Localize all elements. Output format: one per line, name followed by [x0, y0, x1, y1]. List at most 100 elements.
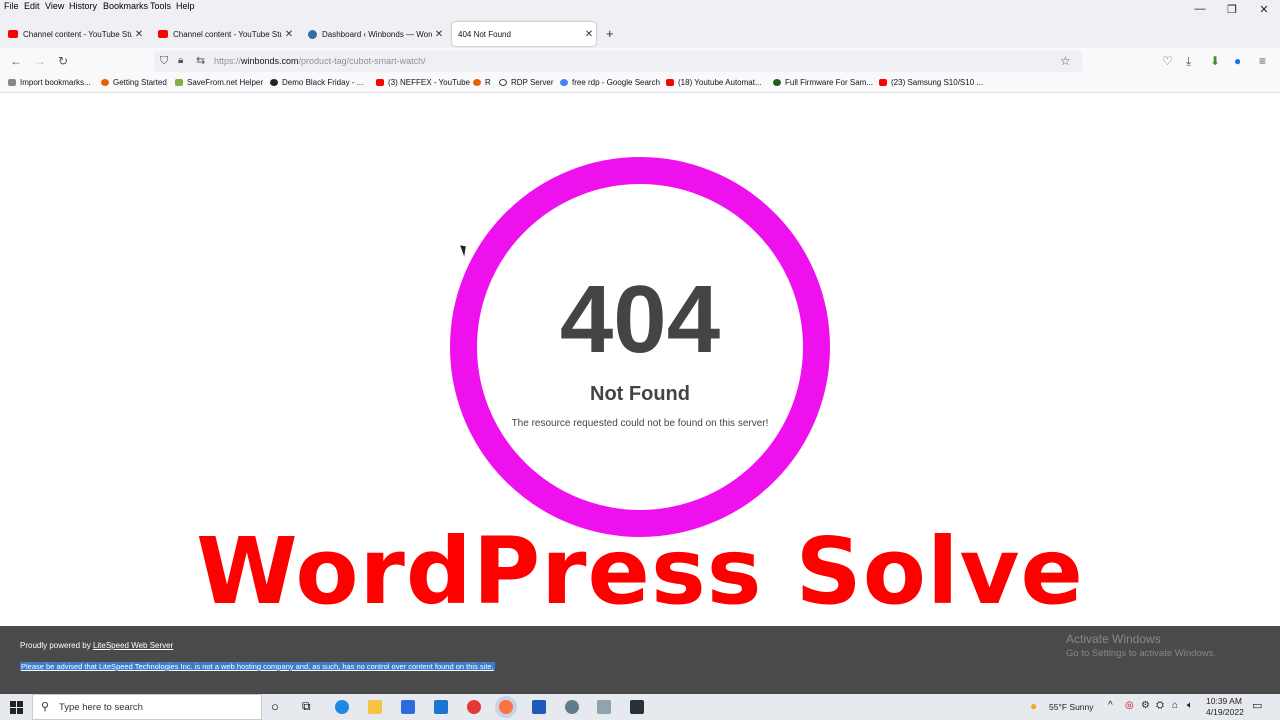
notifications-icon[interactable]: ▭ [1252, 699, 1262, 712]
bookmark-star-icon[interactable]: ☆ [1060, 54, 1071, 68]
bookmark-youtube-automation[interactable]: (18) Youtube Automat... [666, 78, 762, 87]
import-icon [8, 79, 16, 86]
app-icon[interactable] [597, 700, 611, 714]
activate-windows-subtitle: Go to Settings to activate Windows. [1066, 648, 1216, 659]
tab-title: Channel content - YouTube Studio [23, 29, 132, 39]
download-icon[interactable]: ⤓ [1186, 54, 1191, 69]
powered-by-text: Proudly powered by LiteSpeed Web Server [20, 641, 173, 650]
tray-app-icon[interactable]: ◎ [1125, 700, 1134, 711]
chevron-up-icon[interactable]: ^ [1108, 700, 1113, 711]
menu-bookmarks[interactable]: Bookmarks [103, 1, 148, 11]
tab-title: Dashboard ‹ Winbonds — WordPress [322, 29, 432, 39]
bookmark-demo-black-friday[interactable]: Demo Black Friday - ... [270, 78, 363, 87]
tab-404-not-found[interactable]: 404 Not Found ✕ [452, 22, 596, 46]
powered-prefix: Proudly powered by [20, 641, 93, 650]
youtube-icon [158, 30, 168, 38]
tab-close-icon[interactable]: ✕ [432, 29, 446, 40]
store-icon[interactable] [401, 700, 415, 714]
address-bar[interactable]: ⛉ 🔒︎ ⇆ https://winbonds.com/product-tag/… [154, 51, 1082, 72]
media-app-icon[interactable] [630, 700, 644, 714]
globe-icon [499, 79, 507, 86]
network-icon[interactable]: ⌂ [1172, 700, 1178, 711]
error-code: 404 [559, 266, 721, 373]
bookmark-samsung-s10[interactable]: (23) Samsung S10/S10 ... [879, 78, 983, 87]
bookmark-label: R [485, 78, 491, 87]
advisory-text: Please be advised that LiteSpeed Technol… [20, 662, 495, 671]
extension-savefrom-icon[interactable]: ⬇ [1210, 54, 1220, 68]
windows-taskbar: ⚲ Type here to search ○ ⧉ ● 55°F Sunny ^… [0, 694, 1280, 720]
reload-icon[interactable]: ↻ [58, 54, 68, 68]
menu-view[interactable]: View [45, 1, 64, 11]
tab-close-icon[interactable]: ✕ [582, 29, 596, 40]
menu-history[interactable]: History [69, 1, 97, 11]
start-button[interactable] [0, 694, 32, 720]
tray-app-icon[interactable]: ⛭ [1156, 700, 1164, 711]
lock-icon[interactable]: 🔒︎ [178, 55, 183, 66]
tab-youtube-studio-1[interactable]: Channel content - YouTube Studio ✕ [2, 22, 146, 46]
bookmark-label: (3) NEFFEX - YouTube [388, 78, 470, 87]
search-placeholder: Type here to search [59, 702, 143, 713]
bookmark-getting-started[interactable]: Getting Started [101, 78, 167, 87]
firefox-icon[interactable] [499, 700, 513, 714]
url-prefix: https:// [214, 56, 242, 66]
cortana-icon[interactable]: ○ [271, 699, 279, 714]
mail-icon[interactable] [434, 700, 448, 714]
google-icon [560, 79, 568, 86]
word-icon[interactable] [532, 700, 546, 714]
bookmark-label: Demo Black Friday - ... [282, 78, 364, 87]
menu-edit[interactable]: Edit [24, 1, 40, 11]
bookmark-import[interactable]: Import bookmarks... [8, 78, 91, 87]
url-domain: winbonds.com [241, 56, 299, 66]
clock-date[interactable]: 4/19/2022 [1206, 707, 1244, 717]
weather-sun-icon[interactable]: ● [1030, 699, 1037, 713]
volume-icon[interactable]: 🔈︎ [1187, 700, 1193, 711]
menu-hamburger-icon[interactable]: ≡ [1259, 54, 1266, 68]
tab-youtube-studio-2[interactable]: Channel content - YouTube Studio ✕ [152, 22, 296, 46]
litespeed-link[interactable]: LiteSpeed Web Server [93, 641, 173, 650]
back-arrow-icon[interactable]: ← [10, 54, 22, 68]
bookmark-savefrom[interactable]: SaveFrom.net Helper [175, 78, 263, 87]
clock-time[interactable]: 10:39 AM [1206, 696, 1242, 706]
task-view-icon[interactable]: ⧉ [302, 699, 311, 714]
navigation-bar: ← → ↻ ⛉ 🔒︎ ⇆ https://winbonds.com/produc… [0, 48, 1280, 75]
error-title: Not Found [590, 383, 690, 405]
tab-close-icon[interactable]: ✕ [132, 29, 146, 40]
opera-icon[interactable] [467, 700, 481, 714]
menu-help[interactable]: Help [176, 1, 195, 11]
forward-arrow-icon[interactable]: → [34, 54, 46, 68]
weather-text[interactable]: 55°F Sunny [1049, 702, 1094, 712]
menu-file[interactable]: File [4, 1, 19, 11]
bookmark-free-rdp[interactable]: free rdp - Google Search [560, 78, 660, 87]
permissions-icon[interactable]: ⇆ [196, 54, 205, 67]
extension-icon[interactable]: ● [1234, 54, 1241, 68]
pocket-icon[interactable]: ♡ [1162, 54, 1173, 68]
bookmark-neffex[interactable]: (3) NEFFEX - YouTube [376, 78, 470, 87]
error-description: The resource requested could not be foun… [511, 418, 769, 429]
menu-tools[interactable]: Tools [150, 1, 171, 11]
firefox-icon [473, 79, 481, 86]
file-explorer-icon[interactable] [368, 700, 382, 714]
tab-wordpress-dashboard[interactable]: Dashboard ‹ Winbonds — WordPress ✕ [302, 22, 446, 46]
url-path: /product-tag/cubot-smart-watch/ [298, 56, 426, 66]
edge-icon[interactable] [335, 700, 349, 714]
youtube-icon [879, 79, 887, 86]
savefrom-icon [175, 79, 183, 86]
taskbar-search[interactable]: ⚲ Type here to search [32, 694, 262, 720]
tray-app-icon[interactable]: ⚙ [1141, 700, 1150, 711]
server-footer: Proudly powered by LiteSpeed Web Server … [0, 626, 1280, 694]
page-content: 404 Not Found The resource requested cou… [0, 94, 1280, 626]
bookmark-label: SaveFrom.net Helper [187, 78, 264, 87]
tab-title: 404 Not Found [458, 29, 511, 39]
shield-icon[interactable]: ⛉ [160, 55, 168, 68]
tab-close-icon[interactable]: ✕ [282, 29, 296, 40]
tab-bar: Channel content - YouTube Studio ✕ Chann… [0, 14, 1280, 48]
tab-title: Channel content - YouTube Studio [173, 29, 282, 39]
bookmark-full-firmware[interactable]: Full Firmware For Sam... [773, 78, 873, 87]
bookmark-label: Full Firmware For Sam... [785, 78, 874, 87]
wordpress-icon [308, 29, 317, 39]
firefox-icon [101, 79, 109, 86]
bookmark-rdp-server[interactable]: RDP Server [499, 78, 554, 87]
new-tab-button[interactable]: + [606, 26, 614, 41]
app-icon[interactable] [565, 700, 579, 714]
bookmark-r[interactable]: R [473, 78, 491, 87]
